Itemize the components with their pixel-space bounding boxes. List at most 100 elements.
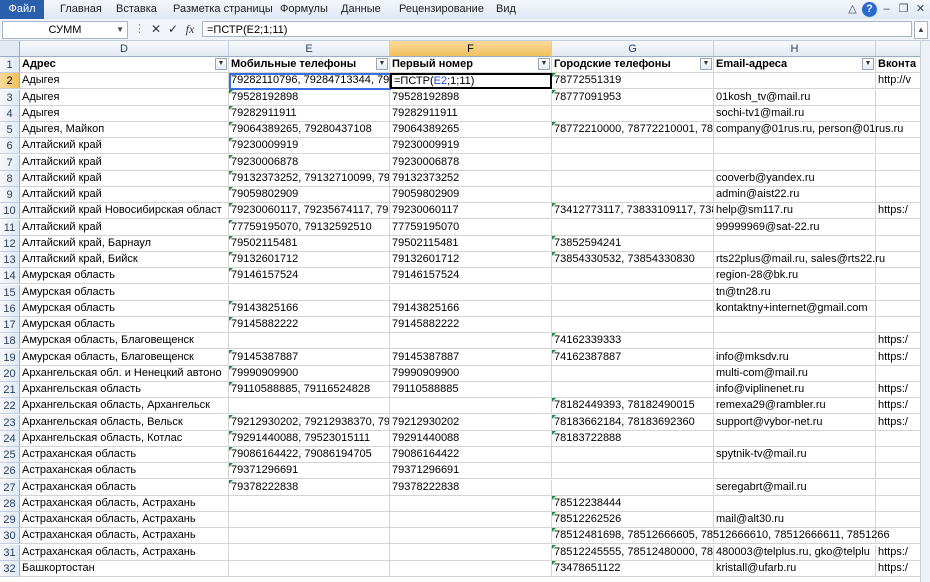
table-cell[interactable]: 77759195070	[390, 219, 552, 236]
table-cell[interactable]: mail@alt30.ru	[714, 512, 876, 528]
table-cell[interactable]	[876, 106, 920, 122]
table-cell[interactable]	[229, 512, 390, 528]
table-cell[interactable]	[229, 544, 390, 561]
table-cell[interactable]	[876, 268, 920, 285]
table-cell[interactable]: seregabrt@mail.ru	[714, 479, 876, 496]
chevron-down-icon[interactable]: ▼	[116, 22, 124, 38]
table-cell[interactable]: Астраханская область	[20, 447, 229, 463]
table-cell[interactable]: 79371296691	[229, 463, 390, 480]
table-cell[interactable]	[229, 560, 390, 577]
table-cell[interactable]	[876, 155, 920, 171]
table-cell[interactable]: 79146157524	[390, 268, 552, 285]
table-cell[interactable]	[390, 512, 552, 528]
table-cell[interactable]: admin@aist22.ru	[714, 187, 876, 203]
table-cell[interactable]	[714, 317, 876, 333]
minimize-icon[interactable]: –	[879, 2, 894, 17]
row-header[interactable]: 24	[0, 430, 20, 447]
table-cell[interactable]: 79143825166	[229, 300, 390, 317]
row-header[interactable]: 29	[0, 512, 20, 528]
table-cell[interactable]: Астраханская область	[20, 463, 229, 480]
table-cell[interactable]: https:/	[876, 545, 920, 561]
table-cell[interactable]: tn@tn28.ru	[714, 284, 876, 301]
table-cell[interactable]: 78512238444	[552, 495, 714, 512]
table-cell[interactable]	[390, 544, 552, 561]
table-cell[interactable]: 78777091953	[552, 89, 714, 106]
table-cell[interactable]: help@sm117.ru	[714, 203, 876, 220]
table-cell[interactable]: 79502115481	[229, 235, 390, 252]
table-cell[interactable]: 79282110796, 79284713344, 7928	[229, 73, 401, 90]
table-cell[interactable]	[876, 431, 920, 447]
row-header[interactable]: 23	[0, 414, 20, 431]
table-cell[interactable]: http://v	[876, 73, 920, 90]
table-cell[interactable]	[390, 560, 552, 577]
table-cell[interactable]: Архангельская область	[20, 382, 229, 398]
row-header[interactable]: 25	[0, 447, 20, 463]
row-header[interactable]: 1	[0, 57, 20, 73]
table-cell[interactable]: multi-com@mail.ru	[714, 365, 876, 382]
table-cell[interactable]: 78772551319	[552, 73, 714, 90]
table-cell[interactable]	[876, 317, 920, 333]
row-header[interactable]: 18	[0, 333, 20, 350]
table-cell[interactable]: Алтайский край	[20, 154, 229, 171]
table-cell[interactable]: 79282911911	[390, 105, 552, 122]
table-cell[interactable]	[229, 398, 390, 415]
table-cell[interactable]: 73854330532, 73854330830	[552, 252, 714, 268]
table-cell[interactable]: 79291440088, 79523015111	[229, 430, 390, 447]
tab-data[interactable]: Данные	[341, 0, 381, 19]
table-cell[interactable]: Адыгея	[20, 89, 229, 106]
table-cell[interactable]	[876, 236, 920, 252]
tab-home[interactable]: Главная	[60, 0, 102, 19]
row-header[interactable]: 30	[0, 528, 20, 545]
table-cell[interactable]: kontaktny+internet@gmail.com	[714, 300, 876, 317]
row-header[interactable]: 12	[0, 235, 20, 252]
table-cell[interactable]	[229, 495, 390, 512]
table-cell[interactable]: region-28@bk.ru	[714, 268, 876, 285]
table-cell[interactable]	[552, 300, 714, 317]
row-header[interactable]: 26	[0, 463, 20, 480]
enter-icon[interactable]: ✓	[165, 21, 181, 37]
table-cell[interactable]: 79230006878	[390, 154, 552, 171]
table-cell[interactable]	[229, 284, 390, 301]
table-cell[interactable]: info@mksdv.ru	[714, 349, 876, 366]
row-header[interactable]: 8	[0, 170, 20, 187]
table-cell[interactable]: Астраханская область, Астрахань	[20, 512, 229, 528]
table-cell[interactable]: Амурская область	[20, 300, 229, 317]
row-header[interactable]: 28	[0, 495, 20, 512]
table-cell[interactable]: Адыгея	[20, 105, 229, 122]
table-cell[interactable]: 79086164422, 79086194705	[229, 447, 390, 463]
table-cell[interactable]: 79110588885	[390, 382, 552, 398]
table-cell[interactable]: 78772210000, 78772210001, 7877	[552, 122, 714, 138]
table-cell[interactable]	[390, 528, 552, 545]
table-cell[interactable]	[552, 170, 714, 187]
table-cell[interactable]: company@01rus.ru, person@01rus.ru	[714, 122, 903, 138]
header-cell-g[interactable]: Городские телефоны ▼	[552, 57, 714, 73]
row-header[interactable]: 31	[0, 544, 20, 561]
tab-view[interactable]: Вид	[496, 0, 516, 19]
table-cell[interactable]: Амурская область	[20, 268, 229, 285]
row-header[interactable]: 27	[0, 479, 20, 496]
table-cell[interactable]: 79528192898	[390, 89, 552, 106]
spreadsheet-grid[interactable]: D E F G H 1 Адрес ▼ Мобильные телефоны ▼ Первый но…	[0, 41, 920, 582]
close-icon[interactable]: ✕	[913, 2, 928, 17]
restore-icon[interactable]: ❐	[896, 2, 911, 17]
table-cell[interactable]	[552, 463, 714, 480]
row-header[interactable]: 17	[0, 317, 20, 333]
row-header[interactable]: 21	[0, 382, 20, 398]
ribbon-collapse-icon[interactable]: △	[845, 2, 860, 17]
table-cell[interactable]: 79145387887	[229, 349, 390, 366]
table-cell[interactable]: Астраханская область, Астрахань	[20, 495, 229, 512]
table-cell[interactable]: support@vybor-net.ru	[714, 414, 876, 431]
table-cell[interactable]: 79212930202	[390, 414, 552, 431]
table-cell[interactable]: Алтайский край Новосибирская област	[20, 203, 229, 220]
insert-function-icon[interactable]: fx	[182, 21, 198, 37]
row-header[interactable]: 6	[0, 138, 20, 155]
header-cell-f[interactable]: Первый номер ▼	[390, 57, 552, 73]
table-cell[interactable]: https:/	[876, 333, 920, 350]
table-cell[interactable]	[552, 284, 714, 301]
table-cell[interactable]: 79064389265	[390, 122, 552, 138]
row-header[interactable]: 5	[0, 122, 20, 138]
row-header[interactable]: 4	[0, 105, 20, 122]
table-cell[interactable]: 78182449393, 78182490015	[552, 398, 714, 415]
table-cell[interactable]: 79990909900	[229, 365, 390, 382]
formula-expand-icon[interactable]: ▲	[914, 21, 928, 39]
